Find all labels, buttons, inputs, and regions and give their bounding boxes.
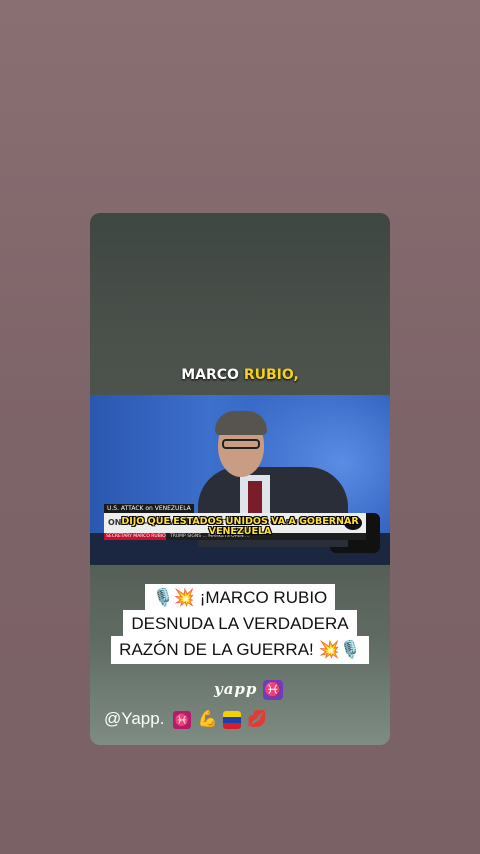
pisces-icon: ♓ [263,680,284,700]
lips-emoji-icon: 💋 [247,711,268,729]
top-caption-accent: RUBIO, [243,367,299,383]
video-subtitle: DIJO QUE ESTADOS UNIDOS VA A GOBERNAR VE… [121,516,359,537]
emoji-row: ♓ 💪 💋 [173,710,267,730]
headline-line-1: 🎙️💥 ¡MARCO RUBIO [144,584,336,612]
news-tag: U.S. ATTACK on VENEZUELA [104,504,194,513]
handle-text: @Yapp. [104,709,165,728]
headline-sticker[interactable]: 🎙️💥 ¡MARCO RUBIO DESNUDA LA VERDADERA RA… [90,584,390,664]
yapp-sticker[interactable]: yapp ♓ [214,680,284,700]
flexed-arm-emoji-icon: 💪 [197,711,218,729]
top-caption-prefix: MARCO [181,367,244,383]
anchor-glasses [222,439,260,449]
top-caption: MARCO RUBIO, [90,367,390,383]
venezuela-flag-emoji-icon [222,711,241,730]
pisces-emoji-icon: ♓ [173,711,192,730]
headline-line-3: RAZÓN DE LA GUERRA! 💥🎙️ [111,636,369,664]
story-card[interactable]: MARCO RUBIO, U.S. ATTACK on VENEZUELA ON… [90,213,390,745]
yapp-text: yapp [214,680,258,698]
handle-mention[interactable]: @Yapp. ♓ 💪 💋 [104,709,267,730]
video-frame[interactable]: U.S. ATTACK on VENEZUELA ONE-ON-ONE WITH… [90,395,390,565]
anchor-hair [215,411,267,435]
headline-line-2: DESNUDA LA VERDADERA [123,610,357,638]
